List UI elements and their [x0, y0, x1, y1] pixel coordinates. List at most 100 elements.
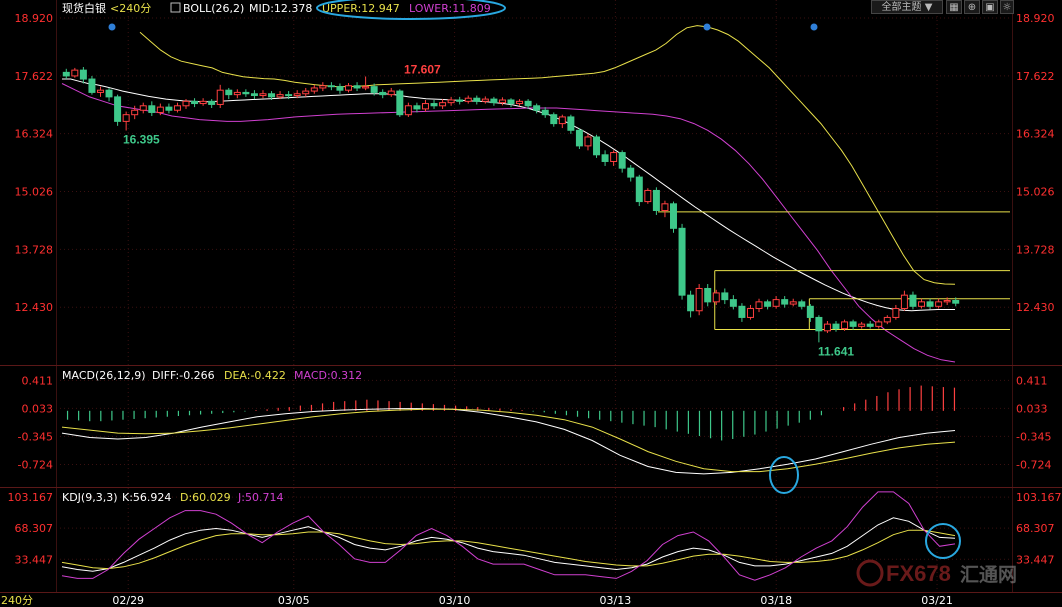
- main-y-tick-left: 17.622: [15, 70, 54, 83]
- main-y-tick-left: 16.324: [15, 128, 54, 141]
- candle-body: [268, 93, 276, 98]
- macd-header: MACD(26,12,9) DIFF:-0.266 DEA:-0.422 MAC…: [62, 369, 799, 494]
- candle-body: [439, 102, 447, 107]
- boll-upper: UPPER:12.947: [322, 2, 400, 15]
- theme-select-label: 全部主题: [881, 2, 922, 13]
- candle-body: [601, 154, 609, 162]
- candle-body: [191, 100, 199, 105]
- theme-select[interactable]: 全部主题 ▼: [871, 0, 943, 14]
- candle-body: [216, 89, 224, 105]
- candle-body: [593, 136, 601, 156]
- candle-body: [952, 300, 960, 304]
- kdj-y-tick-right: 68.307: [1016, 522, 1055, 535]
- kdj-j: J:50.714: [237, 491, 283, 504]
- main-y-tick-left: 15.026: [15, 186, 54, 199]
- candle-body: [832, 323, 840, 330]
- candle-body: [490, 98, 498, 104]
- x-axis-labels: 02/29 03/05 03/10 03/13 03/18 03/21: [112, 594, 953, 607]
- candle-body: [644, 189, 652, 203]
- settings-icon[interactable]: ☼: [1000, 0, 1014, 14]
- candle-body: [173, 105, 181, 111]
- candle-body: [789, 301, 797, 305]
- boll-mid-line: [62, 78, 955, 312]
- candle-body: [858, 323, 866, 327]
- macd-value: MACD:0.312: [294, 369, 362, 382]
- window-icon[interactable]: ▣: [982, 0, 998, 14]
- candle-body: [208, 100, 216, 105]
- candle-body: [704, 287, 712, 303]
- kdj-y-tick-left: 68.307: [15, 522, 54, 535]
- candle-body: [635, 176, 643, 203]
- candle-body: [285, 94, 293, 97]
- y-axis-labels: 18.920 18.920 17.622 17.622 16.324 16.324 15.0…: [8, 12, 1062, 566]
- kdj-cross-highlight: [925, 523, 961, 559]
- candle-body: [139, 105, 147, 111]
- candle-body: [413, 105, 421, 110]
- macd-diff: DIFF:-0.266: [152, 369, 215, 382]
- main-y-tick-right: 17.622: [1016, 70, 1055, 83]
- kdj-y-tick-left: 103.167: [8, 491, 54, 504]
- watermark: FX678 汇通网: [856, 559, 1017, 587]
- candle-body: [148, 105, 156, 113]
- instrument-name: 现货白银: [62, 1, 106, 15]
- candle-body: [310, 87, 318, 92]
- main-y-tick-right: 13.728: [1016, 243, 1055, 256]
- kdj-y-tick-right: 103.167: [1016, 491, 1062, 504]
- candle-body: [165, 106, 173, 111]
- candle-body: [823, 323, 831, 332]
- candle-body: [849, 321, 857, 327]
- candle-body: [387, 90, 395, 96]
- candle-body: [661, 203, 669, 211]
- candle-body: [918, 301, 926, 307]
- grid-icon[interactable]: ▦: [946, 0, 962, 14]
- footer-period[interactable]: 240分: [1, 594, 33, 607]
- kdj-d-line: [61, 529, 956, 570]
- candle-body: [259, 93, 267, 97]
- candle-body: [781, 299, 789, 305]
- candle-body: [721, 292, 729, 301]
- candle-body: [567, 116, 575, 131]
- macd-y-tick-left: 0.033: [22, 402, 54, 415]
- macd-name: MACD(26,12,9): [62, 369, 146, 382]
- main-y-tick-right: 16.324: [1016, 128, 1055, 141]
- candle-body: [806, 305, 814, 318]
- kdj-k-line: [61, 517, 956, 572]
- chevron-down-icon: ▼: [924, 2, 933, 13]
- candle-body: [302, 90, 310, 95]
- candle-body: [678, 227, 686, 296]
- candle-body: [114, 96, 122, 122]
- macd-y-tick-right: -0.724: [1016, 459, 1051, 472]
- macd-y-tick-left: -0.345: [18, 430, 53, 443]
- macd-y-tick-right: -0.345: [1016, 430, 1051, 443]
- period-label[interactable]: <240分: [110, 2, 151, 15]
- candle-body: [105, 89, 113, 98]
- watermark-suffix: 汇通网: [960, 564, 1017, 586]
- kdj-j-line: [61, 491, 956, 581]
- candle-body: [866, 323, 874, 327]
- main-y-tick-right: 15.026: [1016, 186, 1055, 199]
- macd-dea: DEA:-0.422: [224, 369, 286, 382]
- candle-body: [447, 99, 455, 104]
- signal-dot: [810, 23, 818, 31]
- candle-body: [712, 292, 720, 303]
- main-y-tick-right: 12.430: [1016, 301, 1055, 314]
- support-resistance-lines: [657, 211, 1010, 330]
- candle-body: [345, 85, 352, 91]
- boll-name: BOLL(26,2): [183, 2, 244, 15]
- candle-body: [396, 90, 404, 116]
- x-tick: 03/05: [278, 594, 310, 607]
- boll-icon: [170, 2, 181, 13]
- candle-body: [815, 316, 823, 332]
- candle-body: [293, 93, 301, 97]
- candle-body: [550, 114, 558, 125]
- candle-body: [652, 189, 660, 211]
- watermark-text: FX678: [886, 561, 951, 586]
- candle-body: [772, 299, 780, 307]
- candle-body: [584, 136, 592, 147]
- main-y-tick-left: 13.728: [15, 243, 54, 256]
- candle-body: [156, 106, 164, 113]
- zoom-icon[interactable]: ⊕: [964, 0, 980, 14]
- candle-body: [533, 105, 541, 111]
- candle-body: [88, 78, 96, 93]
- macd-y-tick-right: 0.411: [1016, 374, 1048, 387]
